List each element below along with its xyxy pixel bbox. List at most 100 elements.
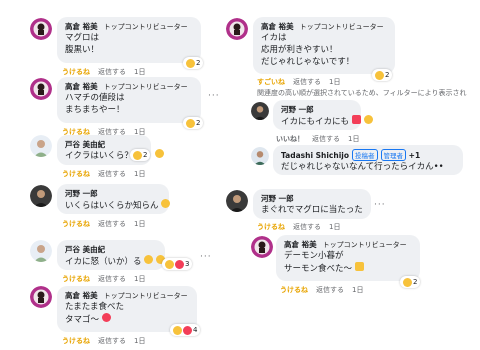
- user-avatar-icon: [30, 78, 52, 100]
- timestamp[interactable]: 1日: [134, 275, 145, 283]
- reply-button[interactable]: 返信する: [293, 78, 321, 86]
- comment-text: まぐれでマグロに当たった: [261, 205, 363, 215]
- reaction-number: 2: [196, 59, 201, 67]
- reply-button[interactable]: 返信する: [98, 337, 126, 345]
- comment-author[interactable]: 高倉 裕美 トップコントリビューター: [65, 290, 189, 301]
- reaction-count[interactable]: 4: [170, 324, 201, 336]
- user-avatar-icon: [30, 286, 52, 308]
- timestamp[interactable]: 1日: [134, 170, 145, 178]
- wow-emoji-icon: [375, 70, 384, 80]
- comment-author[interactable]: 戸谷 美由紀: [65, 244, 157, 255]
- timestamp[interactable]: 1日: [134, 220, 145, 228]
- like-button[interactable]: うけるね: [62, 220, 90, 228]
- heart-emoji-icon: [183, 325, 192, 335]
- timestamp[interactable]: 1日: [329, 223, 340, 231]
- comment-author[interactable]: 河野 一郎: [281, 104, 353, 115]
- more-options-icon[interactable]: ···: [208, 91, 220, 101]
- like-button[interactable]: うけるね: [62, 337, 90, 345]
- avatar[interactable]: [251, 236, 273, 258]
- author-badge: 投稿者: [352, 149, 378, 161]
- comment-author[interactable]: 高倉 裕美 トップコントリビューター: [65, 81, 193, 92]
- reaction-number: 2: [413, 278, 418, 286]
- reaction-count[interactable]: 2: [372, 69, 393, 81]
- reply-button[interactable]: 返信する: [98, 220, 126, 228]
- comment-author[interactable]: 高倉 裕美 トップコントリビューター: [284, 239, 412, 250]
- comment-text: いくらはいくらか知らん: [65, 199, 171, 212]
- comment-text: イカにもイカにも: [281, 115, 361, 128]
- reaction-number: 4: [193, 326, 198, 334]
- reply-button[interactable]: 返信する: [98, 68, 126, 76]
- user-avatar-icon: [251, 102, 269, 120]
- avatar[interactable]: [30, 185, 52, 207]
- comment-text: デーモン小暮が: [284, 251, 344, 261]
- user-avatar-icon: [30, 135, 52, 157]
- comment-actions: うけるね 返信する 1日: [62, 219, 153, 229]
- avatar[interactable]: [30, 286, 52, 308]
- comment-author[interactable]: 高倉 裕美 トップコントリビューター: [65, 21, 193, 32]
- reaction-count[interactable]: 2: [183, 117, 204, 129]
- avatar[interactable]: [30, 240, 52, 262]
- squid-emoji-icon: [351, 115, 361, 124]
- haha-emoji-icon: [364, 115, 373, 124]
- angry-emoji-icon: [144, 255, 154, 264]
- like-button[interactable]: うけるね: [280, 286, 308, 294]
- reaction-number: 2: [143, 151, 148, 159]
- reaction-count[interactable]: 2: [183, 57, 204, 69]
- extra-badge-count: +1: [408, 151, 421, 160]
- reply-button[interactable]: 返信する: [293, 223, 321, 231]
- user-avatar-icon: [251, 236, 273, 258]
- filter-notice: 関連度の高い順が選択されているため、フィルターにより表示され: [257, 89, 467, 97]
- timestamp[interactable]: 1日: [352, 286, 363, 294]
- timestamp[interactable]: 1日: [134, 68, 145, 76]
- haha-emoji-icon: [155, 149, 164, 158]
- comment-text: 腹黒い！: [65, 45, 100, 55]
- like-button[interactable]: うけるね: [257, 223, 285, 231]
- haha-emoji-icon: [403, 277, 412, 287]
- comment-actions: うけるね 返信する 1日: [62, 274, 153, 284]
- reply-button[interactable]: 返信する: [98, 275, 126, 283]
- heart-eyes-emoji-icon: [101, 313, 111, 322]
- reaction-count[interactable]: 2: [130, 149, 151, 161]
- more-options-icon[interactable]: ···: [200, 252, 212, 262]
- comment-author[interactable]: 河野 一郎: [261, 193, 363, 204]
- like-button[interactable]: うけるね: [62, 275, 90, 283]
- haha-emoji-icon: [161, 199, 171, 208]
- reaction-count[interactable]: 2: [400, 276, 421, 288]
- comment-text: だじゃれじゃないです！: [261, 57, 355, 67]
- avatar[interactable]: [30, 78, 52, 100]
- reply-button[interactable]: 返信する: [98, 170, 126, 178]
- haha-emoji-icon: [173, 325, 182, 335]
- comment-bubble: 高倉 裕美 トップコントリビューター ハマチの値段は まちまちやー！: [57, 77, 201, 123]
- haha-emoji-icon: [186, 118, 195, 128]
- like-button[interactable]: うけるね: [62, 68, 90, 76]
- eyes-emoji-icon: ••: [433, 162, 444, 172]
- avatar[interactable]: [251, 147, 269, 165]
- haha-emoji-icon: [165, 259, 174, 269]
- comment-author[interactable]: 戸谷 美由紀: [65, 139, 143, 150]
- like-button[interactable]: すごいね: [257, 78, 285, 86]
- reaction-number: 3: [185, 260, 190, 268]
- avatar[interactable]: [226, 18, 248, 40]
- reply-button[interactable]: 返信する: [312, 135, 340, 143]
- more-options-icon[interactable]: ···: [374, 200, 386, 210]
- comment-author[interactable]: 河野 一郎: [65, 188, 161, 199]
- like-button[interactable]: うけるね: [62, 170, 90, 178]
- reaction-count[interactable]: 3: [162, 258, 193, 270]
- avatar[interactable]: [226, 190, 248, 212]
- comment-author[interactable]: Tadashi Shichijo 投稿者 管理者 +1: [281, 149, 455, 161]
- avatar[interactable]: [30, 18, 52, 40]
- timestamp[interactable]: 1日: [329, 78, 340, 86]
- timestamp[interactable]: 1日: [348, 135, 359, 143]
- avatar[interactable]: [251, 102, 269, 120]
- comment-bubble: 戸谷 美由紀 イカに怒（いか）る: [57, 240, 165, 270]
- comment-actions: うけるね 返信する 1日: [257, 222, 348, 232]
- avatar[interactable]: [30, 135, 52, 157]
- comment-author[interactable]: 高倉 裕美 トップコントリビューター: [261, 21, 387, 32]
- comment-text: まちまちやー！: [65, 105, 125, 115]
- reply-button[interactable]: 返信する: [316, 286, 344, 294]
- love-button[interactable]: いいね！: [276, 135, 304, 143]
- comment-bubble: 高倉 裕美 トップコントリビューター デーモン小暮が サーモン食べた〜: [276, 235, 420, 281]
- timestamp[interactable]: 1日: [134, 337, 145, 345]
- contributor-badge: トップコントリビューター: [103, 23, 188, 31]
- comment-text: サーモン食べた〜: [284, 262, 412, 275]
